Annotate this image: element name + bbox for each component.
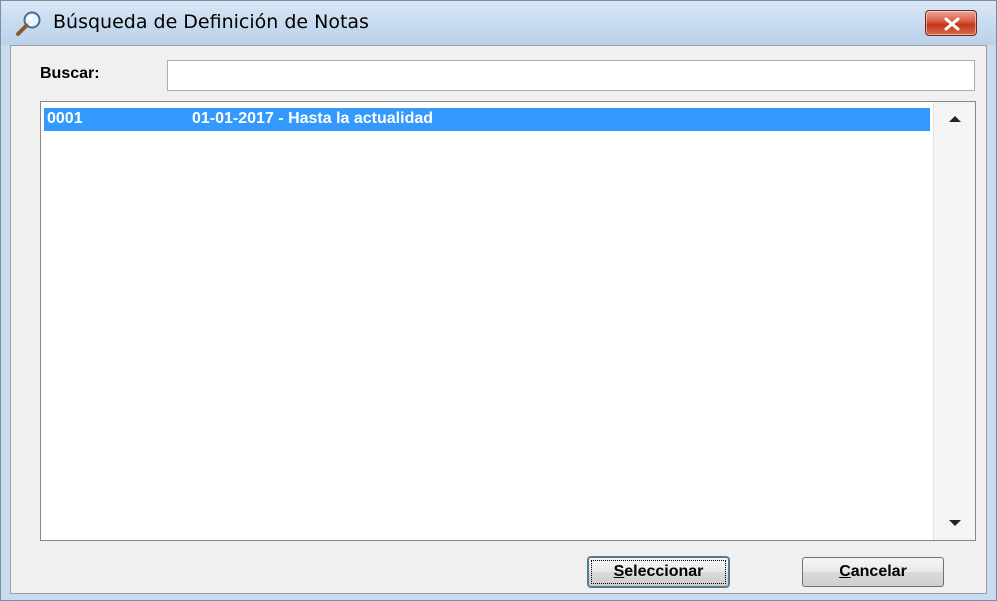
- select-button-accelerator: S: [613, 563, 625, 580]
- cancel-button[interactable]: Cancelar: [802, 557, 944, 587]
- close-button[interactable]: [925, 10, 977, 36]
- scroll-down-button[interactable]: [934, 508, 976, 538]
- dialog-body: Buscar: 0001 01-01-2017 - Hasta la actua…: [10, 45, 987, 594]
- vertical-scrollbar[interactable]: [933, 102, 975, 540]
- results-list[interactable]: 0001 01-01-2017 - Hasta la actualidad: [40, 101, 976, 541]
- list-item-code: 0001: [47, 110, 83, 127]
- magnifier-icon: [15, 9, 43, 37]
- list-item-description: 01-01-2017 - Hasta la actualidad: [192, 110, 434, 127]
- scroll-up-button[interactable]: [934, 104, 976, 134]
- cancel-button-accelerator: C: [839, 563, 851, 580]
- title-bar[interactable]: Búsqueda de Definición de Notas: [1, 1, 996, 45]
- select-button-label: eleccionar: [624, 563, 704, 580]
- select-button[interactable]: Seleccionar: [588, 557, 729, 587]
- cancel-button-label: ancelar: [850, 563, 907, 580]
- search-label: Buscar:: [40, 65, 100, 82]
- list-item[interactable]: 0001 01-01-2017 - Hasta la actualidad: [44, 108, 930, 131]
- search-input[interactable]: [167, 60, 975, 91]
- dialog-window: Búsqueda de Definición de Notas Buscar: …: [0, 0, 997, 601]
- window-title: Búsqueda de Definición de Notas: [53, 11, 369, 33]
